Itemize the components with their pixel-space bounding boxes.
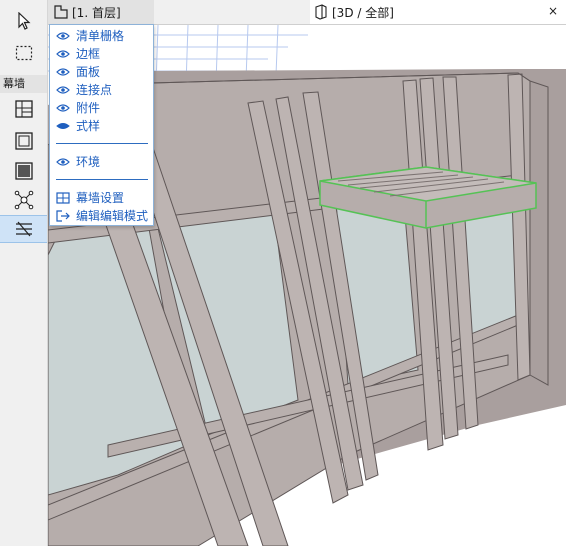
accessory-icon[interactable] <box>0 215 47 243</box>
menu-item-schedule-grid[interactable]: 清单栅格 <box>50 27 153 44</box>
tab-floor-plan-label: [1. 首层] <box>72 5 121 20</box>
menu-item-label: 连接点 <box>76 83 113 97</box>
menu-item-environment[interactable]: 环境 <box>50 153 153 170</box>
menu-item-label: 编辑编辑模式 <box>76 209 149 223</box>
toolbox-section-label: 幕墙 <box>0 75 47 93</box>
eye-closed-icon <box>56 121 72 131</box>
floor-plan-icon <box>54 5 68 19</box>
menu-item-label: 环境 <box>76 155 101 169</box>
menu-item-label: 边框 <box>76 47 101 61</box>
junction-icon[interactable] <box>9 187 39 213</box>
settings-grid-icon <box>56 191 72 204</box>
menu-divider <box>56 179 148 180</box>
menu-item-label: 附件 <box>76 101 101 115</box>
menu-item-exit-edit-mode[interactable]: 编辑编辑模式 <box>50 207 153 224</box>
menu-item-accessories[interactable]: 附件 <box>50 99 153 116</box>
tab-floor-plan[interactable]: [1. 首层] <box>48 0 154 24</box>
3d-cube-icon <box>314 4 328 20</box>
menu-item-label: 清单栅格 <box>76 29 125 43</box>
menu-item-label: 面板 <box>76 65 101 79</box>
eye-icon <box>56 103 72 113</box>
menu-divider <box>56 143 148 144</box>
menu-item-junctions[interactable]: 连接点 <box>50 81 153 98</box>
arrow-pointer-icon[interactable] <box>9 8 39 34</box>
menu-item-panels[interactable]: 面板 <box>50 63 153 80</box>
tab-3d-view-label: [3D / 全部] <box>332 5 394 20</box>
close-icon[interactable]: × <box>548 4 558 18</box>
exit-edit-icon <box>56 209 72 222</box>
menu-item-curtain-wall-settings[interactable]: 幕墙设置 <box>50 189 153 206</box>
toolbox: 幕墙 <box>0 0 48 546</box>
eye-icon <box>56 157 72 167</box>
view-tab-bar: [1. 首层] [3D / 全部] × <box>48 0 566 25</box>
eye-icon <box>56 31 72 41</box>
menu-item-pattern[interactable]: 式样 <box>50 117 153 134</box>
curtain-wall-panel-icon[interactable] <box>9 158 39 184</box>
tab-3d-view[interactable]: [3D / 全部] × <box>310 0 566 24</box>
eye-icon <box>56 67 72 77</box>
curtain-wall-display-menu: 清单栅格 边框 面板 连接点 附件 式样 环境 幕墙设置 编辑编辑模式 <box>49 24 154 226</box>
menu-item-frames[interactable]: 边框 <box>50 45 153 62</box>
marquee-icon[interactable] <box>9 40 39 66</box>
curtain-wall-grid-icon[interactable] <box>9 96 39 122</box>
eye-icon <box>56 85 72 95</box>
menu-item-label: 式样 <box>76 119 101 133</box>
curtain-wall-frame-icon[interactable] <box>9 128 39 154</box>
eye-icon <box>56 49 72 59</box>
menu-item-label: 幕墙设置 <box>76 191 125 205</box>
